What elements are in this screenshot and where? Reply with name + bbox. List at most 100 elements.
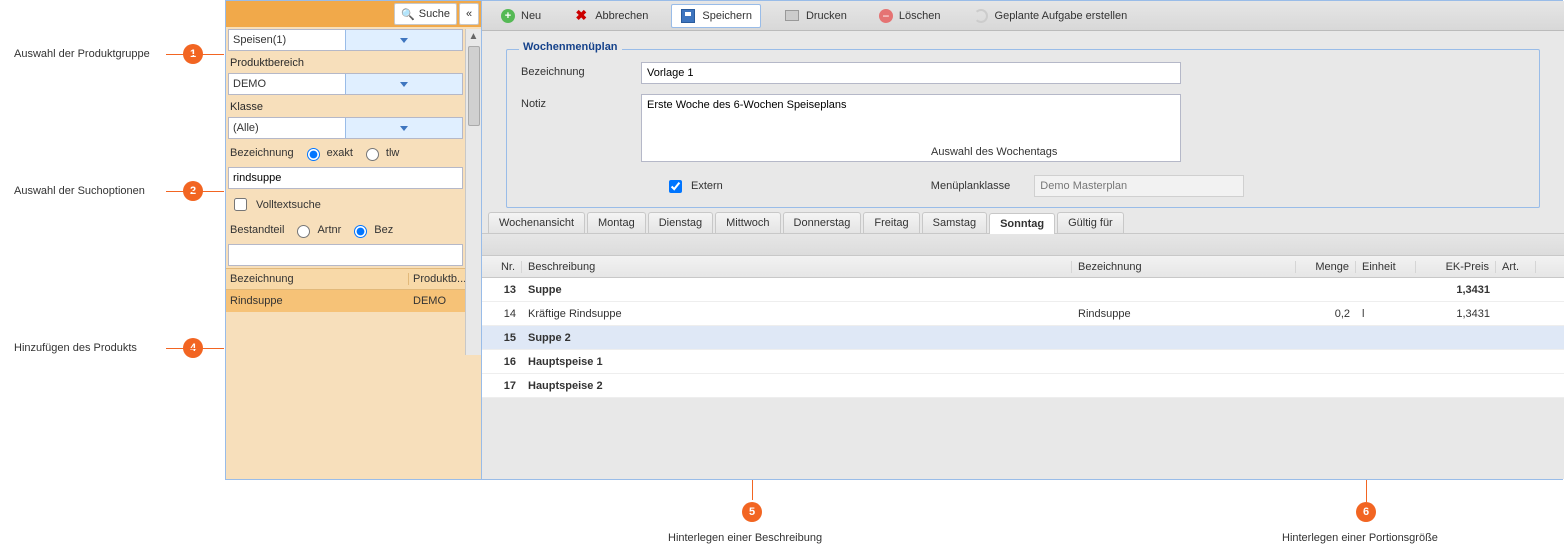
class-select[interactable]: (Alle)	[228, 117, 463, 139]
col-ekpreis[interactable]: EK-Preis	[1416, 261, 1496, 273]
table-row[interactable]: 17Hauptspeise 2	[482, 374, 1564, 398]
radio-partial-label: tlw	[386, 147, 399, 159]
tab-friday[interactable]: Freitag	[863, 212, 919, 233]
extern-checkbox[interactable]: Extern	[665, 177, 723, 196]
minus-icon: −	[879, 9, 893, 23]
app-frame: 🔍 Suche « ▲ Speisen(1)	[225, 0, 1563, 480]
save-button[interactable]: Speichern	[671, 4, 761, 28]
radio-exact[interactable]: exakt	[302, 145, 353, 161]
radio-artnr[interactable]: Artnr	[292, 222, 341, 238]
tab-tuesday[interactable]: Dienstag	[648, 212, 713, 233]
dropdown-icon[interactable]	[345, 30, 462, 50]
menu-class-input	[1034, 175, 1244, 197]
menu-class-label: Menüplanklasse	[931, 180, 1011, 192]
table-row[interactable]: 15Suppe 2	[482, 326, 1564, 350]
collapse-sidebar-button[interactable]: «	[459, 3, 479, 25]
radio-partial[interactable]: tlw	[361, 145, 399, 161]
fieldset-legend: Wochenmenüplan	[519, 41, 622, 53]
cell-nr: 14	[482, 308, 522, 320]
chevron-left-icon: «	[466, 8, 472, 20]
tab-thursday[interactable]: Donnerstag	[783, 212, 862, 233]
col-art[interactable]: Art.	[1496, 261, 1536, 273]
name-input[interactable]	[641, 62, 1181, 84]
cell-ek: 1,3431	[1416, 308, 1496, 320]
table-row[interactable]: 14Kräftige RindsuppeRindsuppe0,2l1,3431	[482, 302, 1564, 326]
new-button-label: Neu	[521, 10, 541, 22]
cell-ek: 1,3431	[1416, 284, 1496, 296]
sidebar: 🔍 Suche « ▲ Speisen(1)	[226, 1, 482, 479]
dropdown-icon[interactable]	[345, 118, 462, 138]
component-input[interactable]	[228, 244, 463, 266]
grid-body: 13Suppe1,343114Kräftige RindsuppeRindsup…	[482, 278, 1564, 398]
table-row[interactable]: 16Hauptspeise 1	[482, 350, 1564, 374]
radio-artnr-label: Artnr	[317, 224, 341, 236]
tab-weekview[interactable]: Wochenansicht	[488, 212, 585, 233]
product-area-select[interactable]: DEMO	[228, 73, 463, 95]
printer-icon	[784, 8, 800, 24]
cell-desc: Kräftige Rindsuppe	[522, 308, 1072, 320]
callout-6-num: 6	[1356, 502, 1376, 522]
dropdown-icon[interactable]	[345, 74, 462, 94]
search-input[interactable]	[228, 167, 463, 189]
col-nr[interactable]: Nr.	[482, 261, 522, 273]
cell-desc: Hauptspeise 1	[522, 356, 1072, 368]
cell-nr: 13	[482, 284, 522, 296]
result-row[interactable]: Rindsuppe DEMO	[226, 290, 481, 312]
component-label: Bestandteil	[230, 224, 284, 236]
cell-menge: 0,2	[1296, 308, 1356, 320]
x-icon: ✖	[573, 8, 589, 24]
callout-1-line	[166, 54, 224, 55]
fulltext-label: Volltextsuche	[256, 199, 321, 211]
col-bez[interactable]: Bezeichnung	[1072, 261, 1296, 273]
search-button-label: Suche	[419, 8, 450, 20]
cancel-button[interactable]: ✖ Abbrechen	[564, 4, 657, 28]
name-mode-label: Bezeichnung	[230, 147, 294, 159]
scroll-handle[interactable]	[468, 46, 480, 126]
main-panel: + Neu ✖ Abbrechen Speichern Drucken −	[482, 1, 1564, 479]
note-label: Notiz	[521, 94, 641, 110]
tab-sunday[interactable]: Sonntag	[989, 213, 1055, 234]
radio-bez-label: Bez	[374, 224, 393, 236]
save-button-label: Speichern	[702, 10, 752, 22]
result-col-name[interactable]: Bezeichnung	[226, 273, 409, 285]
result-cell-name: Rindsuppe	[226, 295, 409, 307]
cancel-button-label: Abbrechen	[595, 10, 648, 22]
tab-validfor[interactable]: Gültig für	[1057, 212, 1124, 233]
schedule-button-label: Geplante Aufgabe erstellen	[995, 10, 1128, 22]
new-button[interactable]: + Neu	[492, 5, 550, 27]
print-button[interactable]: Drucken	[775, 4, 856, 28]
callout-4-line	[166, 348, 224, 349]
col-menge[interactable]: Menge	[1296, 261, 1356, 273]
callout-5-label: Hinterlegen einer Beschreibung	[668, 532, 822, 544]
callout-2-label: Auswahl der Suchoptionen	[14, 185, 145, 197]
cell-desc: Suppe 2	[522, 332, 1072, 344]
filter-scrollbar[interactable]: ▲	[465, 29, 481, 355]
extern-label: Extern	[691, 180, 723, 192]
cell-nr: 16	[482, 356, 522, 368]
callout-6-label: Hinterlegen einer Portionsgröße	[1282, 532, 1438, 544]
col-einheit[interactable]: Einheit	[1356, 261, 1416, 273]
callout-5-num: 5	[742, 502, 762, 522]
save-icon	[680, 8, 696, 24]
plus-icon: +	[501, 9, 515, 23]
grid-toolbar	[482, 234, 1564, 256]
weekly-plan-fieldset: Wochenmenüplan Bezeichnung Notiz Auswahl…	[506, 49, 1540, 208]
cell-nr: 15	[482, 332, 522, 344]
schedule-button[interactable]: Geplante Aufgabe erstellen	[964, 4, 1137, 28]
note-textarea[interactable]	[641, 94, 1181, 162]
radio-bez[interactable]: Bez	[349, 222, 393, 238]
table-row[interactable]: 13Suppe 1,3431	[482, 278, 1564, 302]
search-button[interactable]: 🔍 Suche	[394, 3, 457, 25]
product-area-label: Produktbereich	[226, 53, 465, 71]
delete-button[interactable]: − Löschen	[870, 5, 950, 27]
cell-bez: Rindsuppe	[1072, 308, 1296, 320]
cell-desc: Suppe	[522, 284, 1072, 296]
fulltext-checkbox[interactable]	[234, 198, 247, 211]
tab-wednesday[interactable]: Mittwoch	[715, 212, 780, 233]
callout-4-label: Hinzufügen des Produkts	[14, 342, 137, 354]
product-group-select[interactable]: Speisen(1)	[228, 29, 463, 51]
tab-saturday[interactable]: Samstag	[922, 212, 987, 233]
form-area: Wochenmenüplan Bezeichnung Notiz Auswahl…	[482, 31, 1564, 208]
col-desc[interactable]: Beschreibung	[522, 261, 1072, 273]
tab-monday[interactable]: Montag	[587, 212, 646, 233]
